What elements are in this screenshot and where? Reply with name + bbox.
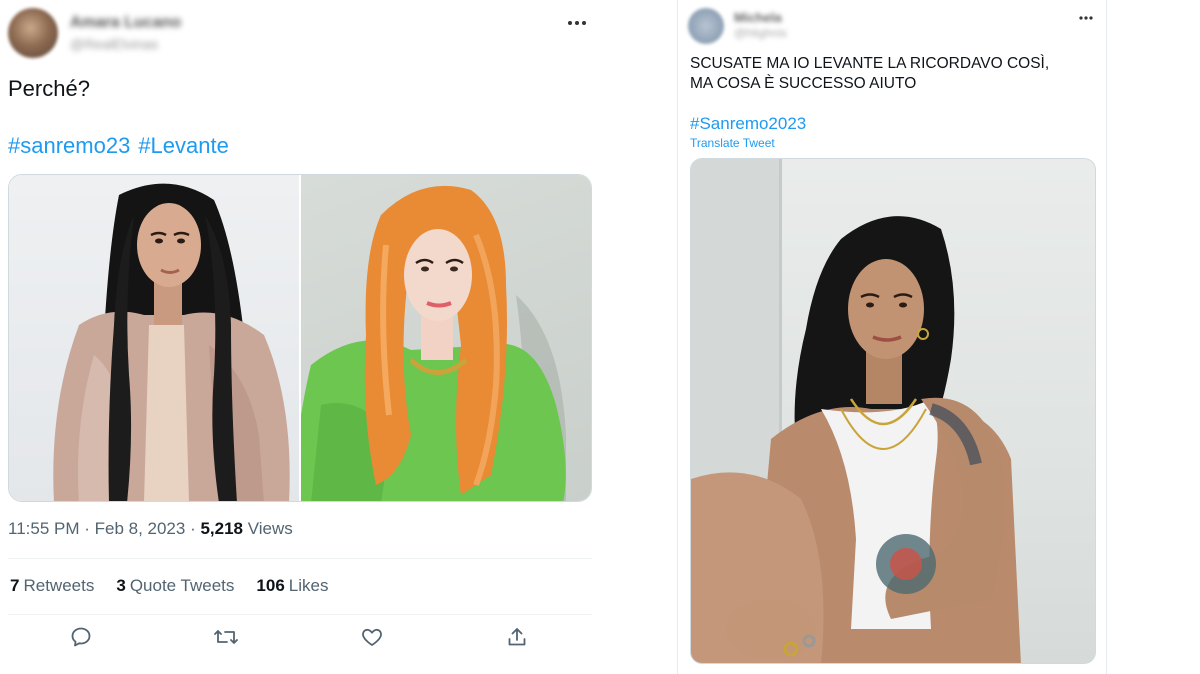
likes-stat[interactable]: 106 Likes	[256, 576, 328, 596]
retweet-icon[interactable]	[211, 622, 241, 652]
tweet-media-grid	[8, 174, 592, 502]
tweet-text-line: SCUSATE MA IO LEVANTE LA RICORDAVO COSÌ,	[690, 55, 1050, 72]
translate-tweet-link[interactable]: Translate Tweet	[690, 136, 775, 150]
quotes-stat[interactable]: 3 Quote Tweets	[116, 576, 234, 596]
tweet-text: Perché?	[8, 76, 90, 101]
views-label: Views	[243, 519, 293, 538]
avatar[interactable]	[8, 8, 58, 58]
author-handle[interactable]: @hlighnis	[734, 26, 787, 40]
tweet-text: SCUSATE MA IO LEVANTE LA RICORDAVO COSÌ,…	[690, 54, 1100, 94]
retweets-label: Retweets	[23, 576, 95, 595]
tweet-photo-dark-hair[interactable]	[9, 175, 299, 501]
tweet-photo-orange-hair[interactable]	[301, 175, 591, 501]
hashtag-link[interactable]: #Levante	[138, 133, 229, 158]
tweet-left: Amara Lucano @RealElvinas Perché? #sanre…	[0, 0, 600, 674]
quotes-count: 3	[116, 576, 126, 595]
hashtag-link[interactable]: #sanremo23	[8, 133, 130, 158]
author-name[interactable]: Amara Lucano	[70, 14, 181, 32]
divider	[8, 614, 592, 615]
retweets-count: 7	[10, 576, 20, 595]
divider	[8, 558, 592, 559]
hashtag-link[interactable]: #Sanremo2023	[690, 114, 806, 134]
more-horizontal-icon[interactable]	[566, 10, 588, 33]
views-count: 5,218	[200, 519, 244, 538]
hashtag-row: #sanremo23 #Levante	[8, 133, 237, 159]
retweets-stat[interactable]: 7 Retweets	[10, 576, 94, 596]
like-icon[interactable]	[357, 622, 387, 652]
tweet-actions	[0, 622, 600, 656]
tweet-meta: 11:55 PM · Feb 8, 2023 · 5,218 Views	[8, 519, 293, 539]
more-horizontal-icon[interactable]	[1078, 8, 1094, 25]
share-icon[interactable]	[502, 622, 532, 652]
avatar[interactable]	[688, 8, 724, 44]
tweet-right: Michela @hlighnis SCUSATE MA IO LEVANTE …	[677, 0, 1107, 674]
tweet-text-line: MA COSA È SUCCESSO AIUTO	[690, 75, 917, 92]
author-handle[interactable]: @RealElvinas	[70, 36, 158, 52]
tweet-photo-tattoo[interactable]	[690, 158, 1096, 664]
tweet-timestamp[interactable]: 11:55 PM · Feb 8, 2023 ·	[8, 519, 200, 538]
tweet-stats: 7 Retweets 3 Quote Tweets 106 Likes	[10, 576, 328, 596]
reply-icon[interactable]	[66, 622, 96, 652]
likes-count: 106	[256, 576, 285, 595]
quotes-label: Quote Tweets	[129, 576, 235, 595]
author-name[interactable]: Michela	[734, 10, 782, 25]
likes-label: Likes	[288, 576, 329, 595]
